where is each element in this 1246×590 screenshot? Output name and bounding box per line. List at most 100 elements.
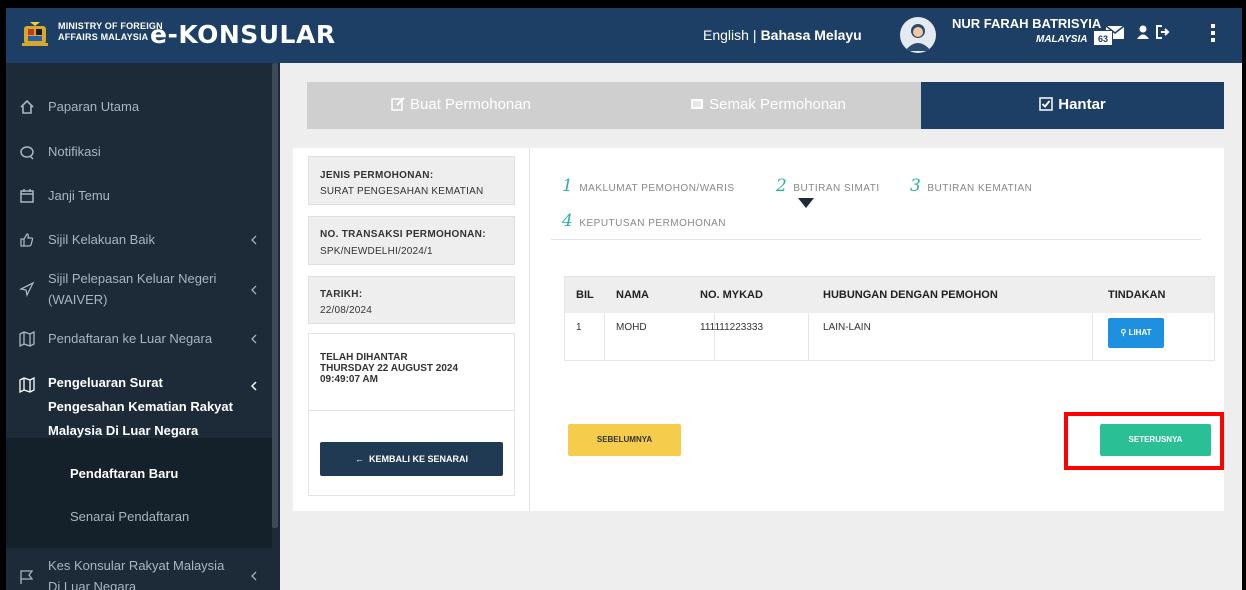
list-icon xyxy=(691,99,704,109)
calendar-icon xyxy=(20,189,34,203)
view-button-label: LIHAT xyxy=(1128,328,1152,337)
step-label: MAKLUMAT PEMOHON/WARIS xyxy=(579,183,735,194)
wizard-step-4[interactable]: 4 KEPUTUSAN PERMOHONAN xyxy=(562,211,726,231)
check-square-icon xyxy=(1039,97,1053,111)
submenu-item-senarai-pendaftaran[interactable]: Senarai Pendaftaran xyxy=(70,509,189,524)
previous-button[interactable]: SEBELUMNYA xyxy=(568,424,681,456)
sidebar-item-label: Janji Temu xyxy=(48,188,110,203)
home-icon xyxy=(20,99,34,114)
malaysia-crest-icon xyxy=(22,22,48,46)
chevron-left-icon xyxy=(250,381,257,391)
tab-hantar[interactable]: Hantar xyxy=(921,82,1224,129)
step-number: 4 xyxy=(562,211,574,231)
tab-label: Buat Permohonan xyxy=(410,96,531,113)
send-icon xyxy=(19,281,35,297)
sidebar-item-paparan-utama[interactable]: Paparan Utama xyxy=(6,96,272,118)
tab-label: Semak Permohonan xyxy=(709,96,846,113)
sidebar: Paparan Utama Notifikasi Janji Temu Siji… xyxy=(6,63,280,590)
info-jenis-permohonan: JENIS PERMOHONAN: SURAT PENGESAHAN KEMAT… xyxy=(308,156,515,205)
wizard-step-2[interactable]: 2 BUTIRAN SIMATI xyxy=(776,176,880,196)
submenu-item-pendaftaran-baru[interactable]: Pendaftaran Baru xyxy=(70,466,178,481)
tab-semak-permohonan[interactable]: Semak Permohonan xyxy=(615,82,921,129)
chat-icon xyxy=(20,146,34,160)
info-label: NO. TRANSAKSI PERMOHONAN: xyxy=(320,229,486,240)
info-label: JENIS PERMOHONAN: xyxy=(320,170,434,181)
ministry-line2: AFFAIRS MALAYSIA xyxy=(58,32,149,42)
chevron-left-icon xyxy=(251,571,257,581)
sidebar-item-label: Sijil Pelepasan Keluar Negeri (WAIVER) xyxy=(48,271,217,307)
main-content: JENIS PERMOHONAN: SURAT PENGESAHAN KEMAT… xyxy=(293,148,1224,511)
search-icon: ⚲ xyxy=(1120,328,1127,337)
column-header: NO. MYKAD xyxy=(700,289,763,301)
user-name[interactable]: NUR FARAH BATRISYIA xyxy=(952,16,1101,31)
user-icon[interactable] xyxy=(1137,25,1149,39)
step-label: BUTIRAN SIMATI xyxy=(793,183,880,194)
column-header: NAMA xyxy=(616,289,649,301)
back-to-list-button[interactable]: ← KEMBALI KE SENARAI xyxy=(320,442,503,476)
map-icon xyxy=(19,331,35,347)
sidebar-item-label: Pendaftaran ke Luar Negara xyxy=(48,331,213,346)
divider xyxy=(309,410,514,411)
application-info-panel: JENIS PERMOHONAN: SURAT PENGESAHAN KEMAT… xyxy=(293,148,530,511)
info-value: 22/08/2024 xyxy=(320,305,373,316)
step-number: 1 xyxy=(562,176,574,196)
back-button-label: KEMBALI KE SENARAI xyxy=(369,454,469,464)
sidebar-item-sijil-kelakuan-baik[interactable]: Sijil Kelakuan Baik xyxy=(6,229,272,251)
ministry-name: MINISTRY OF FOREIGN AFFAIRS MALAYSIA xyxy=(58,21,163,43)
top-header: MINISTRY OF FOREIGN AFFAIRS MALAYSIA e-K… xyxy=(6,8,1242,63)
arrow-left-icon: ← xyxy=(354,454,364,464)
column-divider xyxy=(1092,313,1093,361)
step-number: 3 xyxy=(910,176,922,196)
user-country: MALAYSIA xyxy=(1036,34,1088,45)
column-header: TINDAKAN xyxy=(1108,289,1166,301)
column-divider xyxy=(604,313,605,361)
column-divider xyxy=(714,313,715,361)
sidebar-item-pengeluaran-surat[interactable]: Pengeluaran Surat Pengesahan Kematian Ra… xyxy=(6,363,272,438)
column-header: BIL xyxy=(576,289,594,301)
notification-count-badge[interactable]: 63 xyxy=(1093,30,1113,46)
flag-icon xyxy=(20,570,34,584)
tab-buat-permohonan[interactable]: Buat Permohonan xyxy=(307,82,615,129)
language-switch: English | Bahasa Melayu xyxy=(703,27,862,43)
sidebar-item-sijil-pelepasan[interactable]: Sijil Pelepasan Keluar Negeri (WAIVER) xyxy=(6,267,272,311)
chevron-left-icon xyxy=(251,235,257,245)
avatar[interactable] xyxy=(900,17,936,53)
tab-label: Hantar xyxy=(1058,96,1106,113)
cell-hubungan: LAIN-LAIN xyxy=(823,322,871,333)
chevron-left-icon xyxy=(251,285,257,295)
ministry-line1: MINISTRY OF FOREIGN xyxy=(58,21,163,31)
step-label: KEPUTUSAN PERMOHONAN xyxy=(579,218,727,229)
kebab-menu-icon[interactable] xyxy=(1210,23,1216,43)
sidebar-item-label: Pengeluaran Surat Pengesahan Kematian Ra… xyxy=(48,375,233,438)
info-tarikh: TARIKH: 22/08/2024 xyxy=(308,276,515,324)
cell-bil: 1 xyxy=(576,322,582,333)
logout-icon[interactable] xyxy=(1156,25,1170,39)
sidebar-scrollbar[interactable] xyxy=(272,63,278,528)
sidebar-item-kes-konsular[interactable]: Kes Konsular Rakyat Malaysia Di Luar Neg… xyxy=(6,553,272,590)
divider xyxy=(551,239,1201,240)
lang-separator: | xyxy=(752,27,757,43)
sidebar-item-label: Kes Konsular Rakyat Malaysia Di Luar Neg… xyxy=(48,558,225,590)
status-date: THURSDAY 22 AUGUST 2024 xyxy=(320,363,459,374)
sidebar-item-pendaftaran-luar-negara[interactable]: Pendaftaran ke Luar Negara xyxy=(6,328,272,350)
lang-english-link[interactable]: English xyxy=(703,27,749,43)
status-text: TELAH DIHANTAR xyxy=(320,352,408,363)
sidebar-item-janji-temu[interactable]: Janji Temu xyxy=(6,185,272,207)
app-logo[interactable]: e-KONSULAR xyxy=(150,20,336,49)
sidebar-submenu: Pendaftaran Baru Senarai Pendaftaran xyxy=(6,438,272,548)
step-number: 2 xyxy=(776,176,788,196)
info-value: SPK/NEWDELHI/2024/1 xyxy=(320,246,433,257)
cell-nama: MOHD xyxy=(616,322,647,333)
caret-down-icon xyxy=(798,198,814,208)
sidebar-item-label: Paparan Utama xyxy=(48,99,140,114)
wizard-step-1[interactable]: 1 MAKLUMAT PEMOHON/WARIS xyxy=(562,176,735,196)
wizard-step-3[interactable]: 3 BUTIRAN KEMATIAN xyxy=(910,176,1032,196)
column-divider xyxy=(808,313,809,361)
lang-malay-link[interactable]: Bahasa Melayu xyxy=(761,27,862,43)
info-label: TARIKH: xyxy=(320,289,363,300)
thumbs-up-icon xyxy=(20,233,34,247)
view-button[interactable]: ⚲ LIHAT xyxy=(1108,318,1164,348)
submission-status-box: TELAH DIHANTAR THURSDAY 22 AUGUST 2024 0… xyxy=(308,333,515,496)
sidebar-item-notifikasi[interactable]: Notifikasi xyxy=(6,141,272,163)
chevron-left-icon xyxy=(251,334,257,344)
